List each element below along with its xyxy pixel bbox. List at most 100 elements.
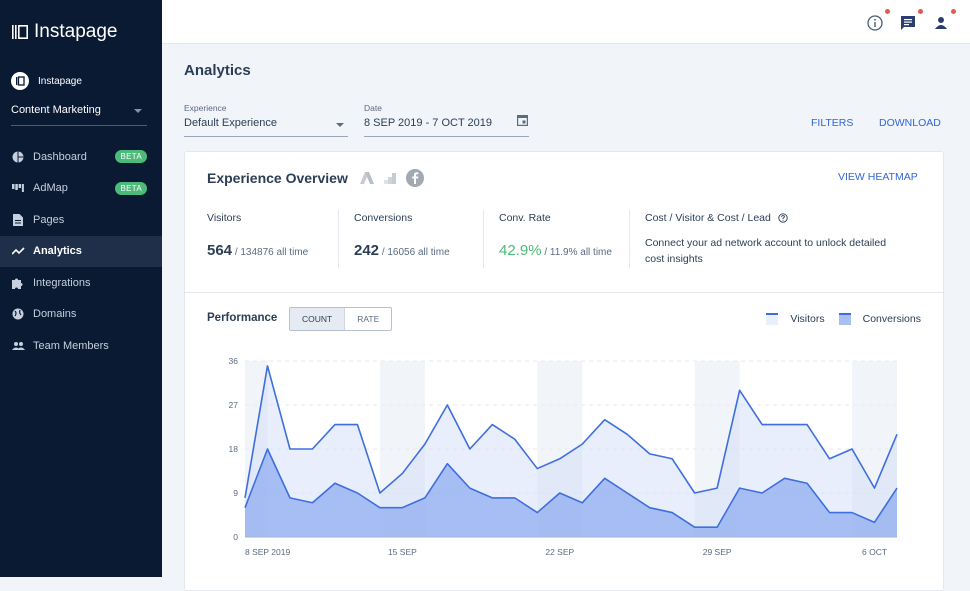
facebook-icon[interactable] (406, 169, 424, 187)
filters-button[interactable]: FILTERS (811, 117, 853, 129)
brand-name: Instapage (34, 21, 117, 43)
topbar (162, 0, 970, 44)
stat-label: Visitors (207, 212, 241, 224)
beta-badge: BETA (115, 150, 147, 163)
legend-conversions[interactable]: Conversions (863, 313, 921, 325)
divider (338, 210, 339, 268)
account-switcher[interactable]: Instapage (11, 72, 82, 90)
sidebar-item-label: Team Members (33, 340, 109, 352)
stat-value: 242 (354, 242, 379, 259)
view-heatmap-button[interactable]: VIEW HEATMAP (838, 171, 918, 183)
y-tick-label: 9 (233, 488, 238, 498)
sidebar-item-label: Integrations (33, 277, 90, 289)
info-icon (867, 15, 883, 31)
stat-value: 42.9% (499, 242, 542, 259)
pages-icon (11, 213, 25, 227)
sidebar-item-analytics[interactable]: Analytics (0, 236, 162, 268)
experience-value: Default Experience (184, 117, 277, 136)
sidebar-item-label: Domains (33, 308, 76, 320)
sidebar-item-dashboard[interactable]: Dashboard BETA (0, 141, 162, 173)
workspace-name: Content Marketing (11, 104, 101, 116)
sidebar-nav: Dashboard BETA AdMap BETA Pages Analytic… (0, 141, 162, 362)
sidebar-item-pages[interactable]: Pages (0, 204, 162, 236)
info-button[interactable] (865, 13, 884, 32)
chevron-down-icon (336, 123, 344, 127)
toggle-count[interactable]: COUNT (290, 308, 345, 330)
date-label: Date (364, 103, 529, 113)
stat-label: Conv. Rate (499, 212, 551, 224)
stat-value: 564 (207, 242, 232, 259)
stat-all-time: / 11.9% all time (544, 247, 612, 258)
legend-swatch-conversions (839, 313, 851, 325)
sidebar-item-team-members[interactable]: Team Members (0, 330, 162, 362)
puzzle-icon (11, 276, 25, 290)
profile-button[interactable] (931, 13, 950, 32)
date-value: 8 SEP 2019 - 7 OCT 2019 (364, 117, 492, 136)
x-tick-label: 22 SEP (545, 547, 574, 557)
notification-dot (918, 9, 923, 14)
y-tick-label: 18 (229, 444, 239, 454)
x-tick-label: 15 SEP (388, 547, 417, 557)
chevron-down-icon (134, 109, 142, 113)
performance-chart: 0 9 18 27 36 8 SEP 2019 15 SEP 22 SEP 29 SEP 6 OC… (184, 345, 924, 570)
notification-dot (951, 9, 956, 14)
beta-badge: BETA (115, 182, 147, 195)
stat-cost: Cost / Visitor & Cost / Lead Connect you… (645, 212, 905, 224)
legend-visitors[interactable]: Visitors (790, 313, 824, 325)
google-ads-icon[interactable] (360, 172, 374, 184)
help-icon[interactable] (778, 213, 788, 223)
y-tick-label: 0 (233, 532, 238, 542)
experience-select[interactable]: Experience Default Experience (184, 103, 348, 137)
brand-logo[interactable]: Instapage (11, 21, 117, 43)
stat-all-time: / 16056 all time (382, 247, 450, 258)
experience-label: Experience (184, 103, 348, 113)
account-avatar (11, 72, 29, 90)
date-range-picker[interactable]: Date 8 SEP 2019 - 7 OCT 2019 (364, 103, 529, 137)
messages-button[interactable] (898, 13, 917, 32)
chat-icon (900, 15, 916, 31)
x-tick-label: 8 SEP 2019 (245, 547, 290, 557)
team-icon (11, 339, 25, 353)
globe-icon (11, 307, 25, 321)
download-button[interactable]: DOWNLOAD (879, 117, 941, 129)
sidebar-item-label: AdMap (33, 182, 68, 194)
sidebar-item-integrations[interactable]: Integrations (0, 267, 162, 299)
stat-visitors: Visitors 564 / 134876 all time (207, 212, 241, 224)
sidebar-item-label: Analytics (33, 245, 82, 257)
stat-label: Cost / Visitor & Cost / Lead (645, 212, 771, 224)
dashboard-icon (11, 150, 25, 164)
stat-label: Conversions (354, 212, 412, 224)
x-tick-label: 6 OCT (862, 547, 887, 557)
y-tick-label: 27 (229, 400, 239, 410)
sidebar-item-label: Pages (33, 214, 64, 226)
performance-title: Performance (207, 312, 277, 324)
calendar-icon (517, 114, 528, 126)
cost-insights-text: Connect your ad network account to unloc… (645, 235, 905, 267)
stat-conv-rate: Conv. Rate 42.9% / 11.9% all time (499, 212, 551, 224)
sidebar-item-admap[interactable]: AdMap BETA (0, 173, 162, 205)
overview-title: Experience Overview (207, 170, 348, 186)
admap-icon (11, 181, 25, 195)
notification-dot (885, 9, 890, 14)
section-divider (185, 292, 943, 293)
divider (629, 210, 630, 268)
instapage-logo-icon (11, 22, 31, 42)
bing-ads-icon[interactable] (384, 172, 396, 184)
workspace-select[interactable]: Content Marketing (11, 104, 147, 126)
user-icon (934, 16, 948, 30)
x-tick-label: 29 SEP (703, 547, 732, 557)
stat-all-time: / 134876 all time (235, 247, 308, 258)
sidebar-item-domains[interactable]: Domains (0, 299, 162, 331)
stat-conversions: Conversions 242 / 16056 all time (354, 212, 412, 224)
sidebar-item-label: Dashboard (33, 151, 87, 163)
divider (483, 210, 484, 268)
overview-title-row: Experience Overview (207, 169, 424, 187)
y-tick-label: 36 (229, 356, 239, 366)
account-name: Instapage (38, 76, 82, 87)
toggle-rate[interactable]: RATE (345, 308, 391, 330)
sidebar: Instapage Instapage Content Marketing Da… (0, 0, 162, 577)
page-title: Analytics (184, 62, 251, 79)
legend-swatch-visitors (766, 313, 778, 325)
count-rate-toggle: COUNT RATE (289, 307, 392, 331)
chart-legend: Visitors Conversions (766, 313, 921, 325)
